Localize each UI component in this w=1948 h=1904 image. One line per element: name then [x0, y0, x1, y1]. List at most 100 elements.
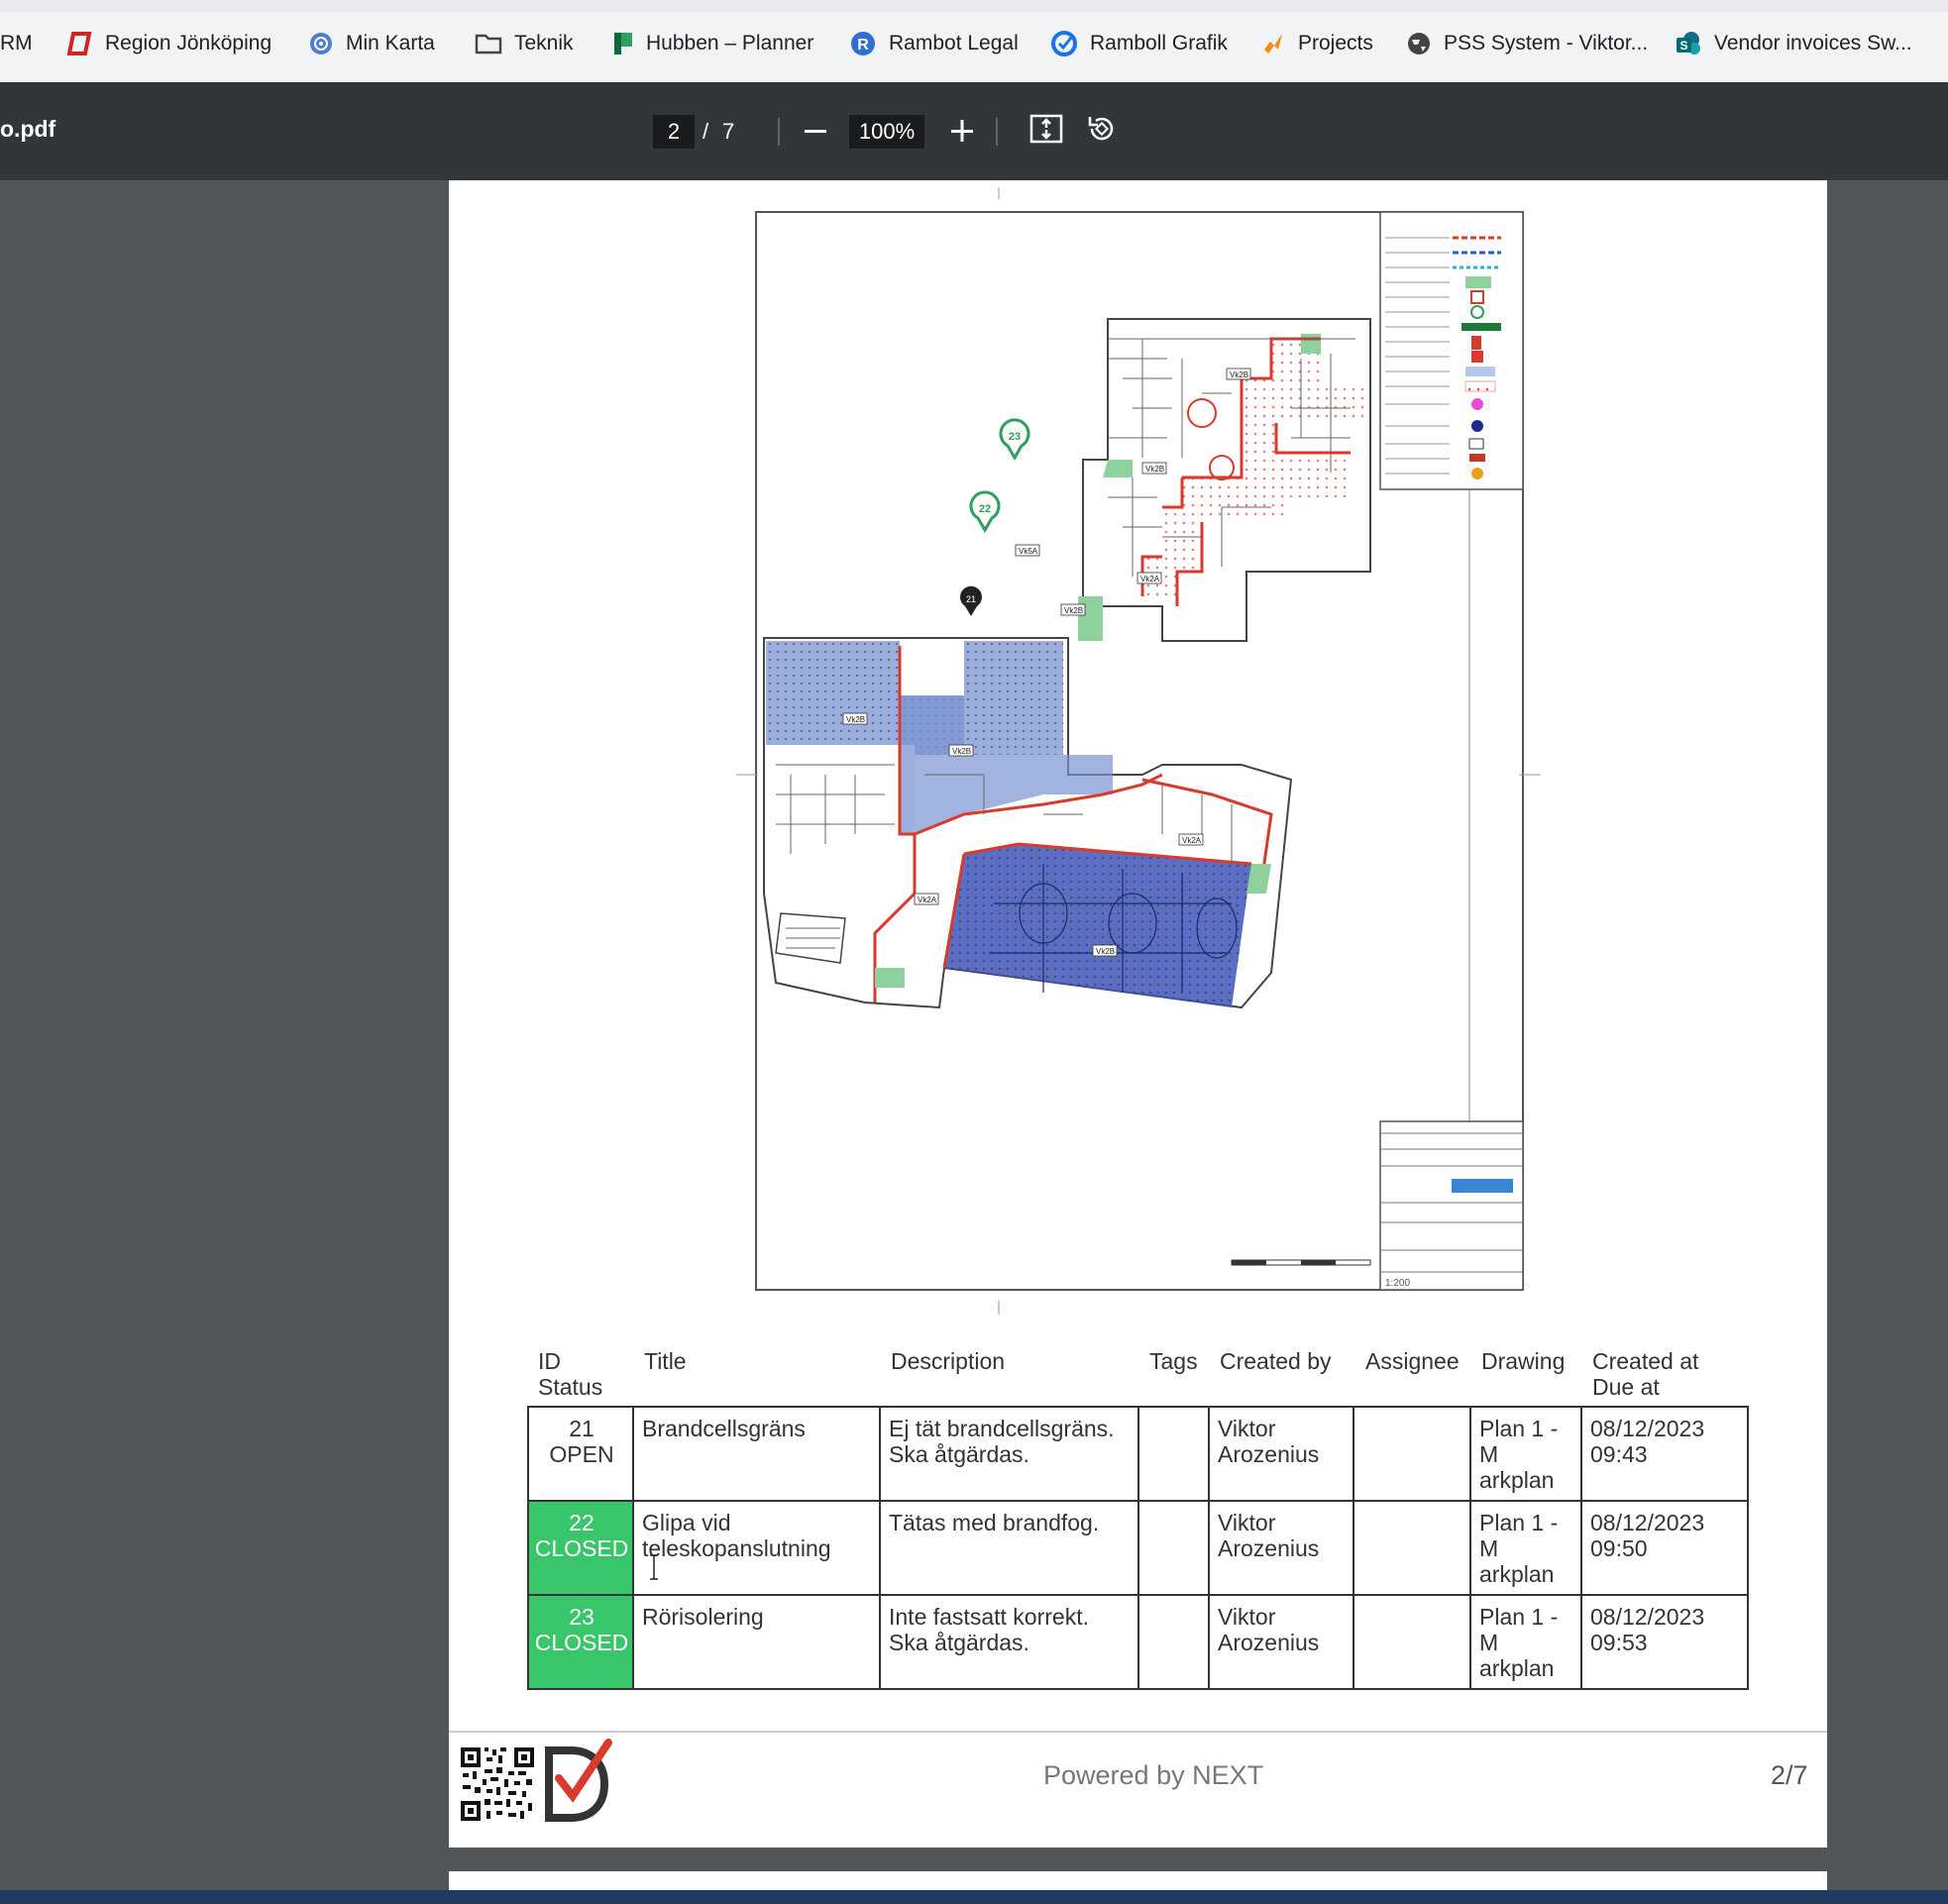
column-divider — [632, 1408, 634, 1688]
bookmark-label: Teknik — [514, 32, 574, 54]
toolbar-divider — [778, 118, 780, 146]
bookmark-pss-system[interactable]: PSS System - Viktor... — [1406, 26, 1648, 61]
zoom-level-input[interactable]: 100% — [849, 115, 924, 149]
title-text: Brandcellsgräns — [642, 1416, 806, 1441]
column-header-due-at: Due at — [1592, 1374, 1660, 1400]
marker-label: 23 — [1009, 431, 1021, 443]
map-target-icon — [310, 33, 332, 54]
issues-table: 21 OPEN Brandcellsgräns Ej tät brandcell… — [527, 1406, 1749, 1690]
bookmark-teknik[interactable]: Teknik — [475, 26, 574, 61]
zoom-in-button[interactable] — [946, 109, 978, 153]
description-line: Ska åtgärdas. — [889, 1630, 1029, 1655]
description-line: Ej tät brandcellsgräns. — [889, 1416, 1115, 1441]
pdf-page: 1:200 Vk2B Vk2B Vk2A Vk2B Vk5A Vk2B Vk2B… — [449, 180, 1827, 1848]
created-at-line: 09:43 — [1590, 1441, 1648, 1467]
column-divider — [1353, 1408, 1354, 1688]
bookmark-label: Vendor invoices Sw... — [1714, 32, 1912, 54]
issue-id: 22 — [569, 1510, 595, 1535]
page-footer-rule — [449, 1731, 1827, 1733]
fit-page-icon — [1029, 114, 1063, 144]
status-cell-open: 21 OPEN — [529, 1408, 634, 1500]
sharepoint-icon: S — [1677, 32, 1700, 54]
fit-to-page-button[interactable] — [1028, 111, 1064, 147]
drawing-line: M — [1479, 1441, 1499, 1467]
zone-label: Vk2B — [952, 747, 971, 756]
bookmark-label: Hubben – Planner — [646, 32, 814, 54]
issue-created-by: Viktor Arozenius — [1210, 1502, 1319, 1561]
issue-drawing: Plan 1 - Markplan — [1471, 1596, 1558, 1681]
issue-description: Inte fastsatt korrekt. Ska åtgärdas. — [881, 1596, 1089, 1655]
toolbar-divider — [996, 118, 998, 146]
taskbar — [0, 1890, 1948, 1904]
created-at-line: 09:50 — [1590, 1535, 1648, 1561]
drawing-scale: 1:200 — [1385, 1278, 1410, 1289]
powered-by-text: Powered by NEXT — [1043, 1760, 1264, 1790]
rotate-button[interactable] — [1084, 111, 1120, 147]
status-badge: CLOSED — [534, 1630, 629, 1655]
created-by-line: Viktor — [1218, 1604, 1276, 1630]
globe-icon — [1408, 33, 1430, 54]
bookmark-label: Min Karta — [346, 32, 435, 54]
marker-label: 22 — [979, 503, 991, 515]
created-by-line: Arozenius — [1218, 1441, 1320, 1467]
total-pages: 7 — [722, 119, 735, 144]
projects-icon — [1264, 34, 1282, 53]
bookmark-rm[interactable]: RM — [0, 26, 33, 61]
title-line: Glipa vid — [642, 1510, 731, 1535]
bookmark-rambot-legal[interactable]: R Rambot Legal — [849, 26, 1019, 61]
issue-tags — [1139, 1596, 1147, 1604]
column-divider — [1208, 1408, 1210, 1688]
rambot-icon: R — [851, 32, 875, 55]
bookmark-ramboll-grafik[interactable]: Ramboll Grafik — [1050, 26, 1228, 61]
issue-id: 21 — [569, 1416, 595, 1441]
issue-drawing: Plan 1 - Markplan — [1471, 1408, 1558, 1493]
qr-code-icon — [459, 1745, 536, 1823]
drawing-line: Plan 1 - — [1479, 1416, 1559, 1441]
page-number-input[interactable]: 2 — [653, 115, 695, 149]
title-line: teleskopanslutning — [642, 1535, 831, 1561]
scale-bar — [1231, 1259, 1371, 1266]
issue-description: Tätas med brandfog. — [881, 1502, 1099, 1535]
issue-title[interactable]: Glipa vid teleskopanslutning — [634, 1502, 831, 1561]
bookmark-label: Projects — [1298, 32, 1373, 54]
created-by-line: Arozenius — [1218, 1535, 1320, 1561]
zone-label: Vk2A — [1140, 575, 1160, 583]
description-line: Ska åtgärdas. — [889, 1441, 1029, 1467]
created-at-line: 08/12/2023 — [1590, 1604, 1705, 1630]
plus-icon — [951, 120, 973, 142]
folder-icon — [475, 34, 502, 54]
drawing-line: M — [1479, 1630, 1499, 1655]
issue-assignee — [1354, 1596, 1362, 1604]
page-indicator: 2/7 — [1771, 1760, 1808, 1790]
column-header-tags: Tags — [1149, 1348, 1198, 1374]
drawing-line: Plan 1 - — [1479, 1604, 1559, 1630]
bookmark-min-karta[interactable]: Min Karta — [308, 26, 435, 61]
drawing-legend — [1379, 211, 1524, 490]
zoom-out-button[interactable] — [800, 109, 831, 153]
column-header-id: ID — [538, 1348, 561, 1374]
status-cell-closed: 22 CLOSED — [529, 1502, 634, 1594]
issue-created-at: 08/12/2023 09:53 — [1582, 1596, 1704, 1655]
created-at-line: 08/12/2023 — [1590, 1510, 1705, 1535]
column-header-created-at: Created at — [1592, 1348, 1699, 1374]
column-header-title: Title — [644, 1348, 687, 1374]
bookmark-hubben-planner[interactable]: Hubben – Planner — [612, 26, 813, 61]
bookmark-label: Region Jönköping — [105, 32, 272, 54]
bookmark-label: Ramboll Grafik — [1090, 32, 1228, 54]
bookmarks-bar: RM Region Jönköping Min Karta Teknik Hub… — [0, 0, 1948, 82]
bookmark-projects[interactable]: Projects — [1260, 26, 1373, 61]
issue-created-by: Viktor Arozenius — [1210, 1408, 1319, 1467]
bookmark-vendor-invoices[interactable]: S Vendor invoices Sw... — [1675, 26, 1912, 61]
drawing-line: arkplan — [1479, 1561, 1555, 1587]
bookmark-region-jonkoping[interactable]: Region Jönköping — [67, 26, 271, 61]
issue-created-at: 08/12/2023 09:43 — [1582, 1408, 1704, 1467]
planner-icon — [614, 33, 632, 54]
issue-id: 23 — [569, 1604, 595, 1630]
issue-title[interactable]: Rörisolering — [634, 1596, 764, 1630]
column-divider — [1469, 1408, 1471, 1688]
bookmark-label: Rambot Legal — [889, 32, 1019, 54]
ramboll-icon — [1051, 31, 1077, 56]
issue-title[interactable]: Brandcellsgräns — [634, 1408, 806, 1441]
drawing-title-block: 1:200 — [1379, 1120, 1524, 1291]
bookmark-label: RM — [0, 32, 33, 54]
